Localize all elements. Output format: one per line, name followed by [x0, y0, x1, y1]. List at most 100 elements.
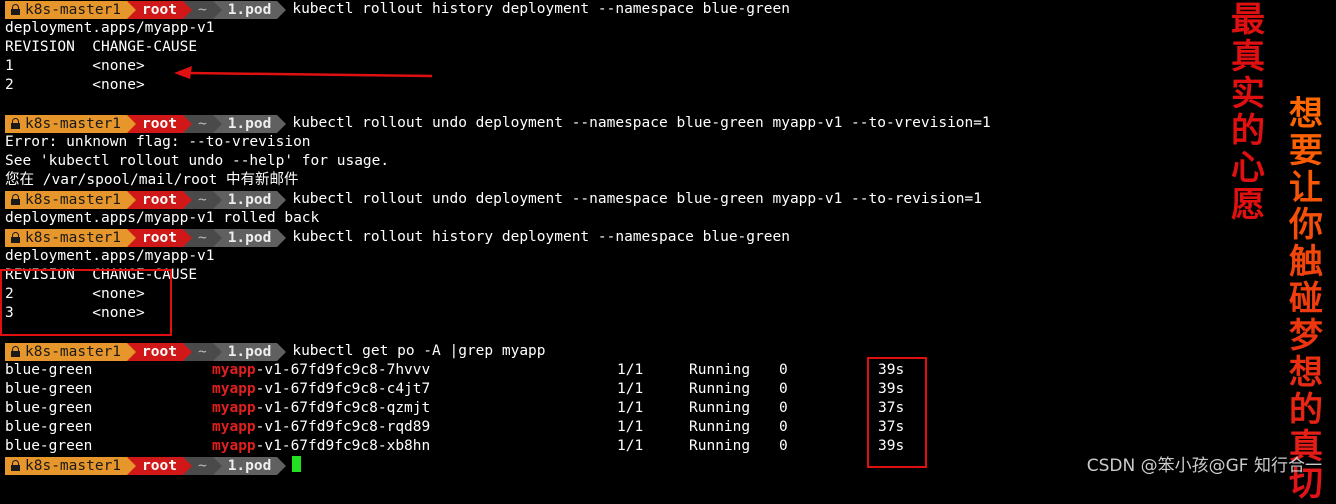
pod-restarts: 0 [779, 438, 788, 454]
prompt-dir: 1.pod [221, 342, 278, 361]
pod-row: blue-green myapp-v1-67fd9fc9c8-rqd89 1/1 Ru… [5, 418, 1225, 437]
pod-name: myapp-v1-67fd9fc9c8-7hvvv [212, 361, 430, 380]
prompt-host: k8s-master1 [5, 228, 128, 247]
prompt-separator-icon [182, 456, 192, 475]
pod-name: myapp-v1-67fd9fc9c8-c4jt7 [212, 380, 430, 399]
prompt-home-dir: ~ [191, 190, 213, 209]
annotation-text-orange: 想要让你触碰梦想的真切 [1286, 96, 1326, 503]
command-text: kubectl rollout undo deployment --namesp… [292, 115, 991, 131]
output-text: deployment.apps/myapp-v1 [5, 20, 215, 36]
pod-name-rest: -v1-67fd9fc9c8-7hvvv [255, 362, 431, 378]
prompt-separator-icon [127, 456, 137, 475]
prompt-host: k8s-master1 [5, 0, 128, 19]
lock-icon [11, 231, 20, 243]
prompt-host-label: k8s-master1 [25, 115, 122, 132]
lock-icon [11, 345, 20, 357]
pod-ready: 1/1 [617, 381, 644, 397]
prompt-line: k8s-master1 root ~1.pod kubectl get po -A |… [5, 342, 1225, 361]
output-line: REVISION CHANGE-CAUSE [5, 38, 1225, 57]
pod-restarts: 0 [779, 362, 788, 378]
prompt-separator-icon [277, 456, 287, 475]
prompt-separator-icon [127, 342, 137, 361]
prompt-dir: 1.pod [221, 114, 278, 133]
pod-status: Running [689, 419, 751, 435]
prompt-dir: 1.pod [221, 228, 278, 247]
pod-namespace: blue-green [5, 381, 93, 397]
lock-icon [11, 3, 20, 15]
prompt-separator-icon [182, 228, 192, 247]
prompt-separator-icon [182, 0, 192, 19]
output-text: deployment.apps/myapp-v1 rolled back [5, 210, 320, 226]
output-line: 2 <none> [5, 285, 1225, 304]
pod-status: Running [689, 400, 751, 416]
prompt-separator-icon [127, 114, 137, 133]
terminal-cursor[interactable] [292, 456, 302, 472]
pod-status: Running [689, 362, 751, 378]
prompt-user: root [136, 342, 183, 361]
shell-prompt: k8s-master1 root ~1.pod [5, 456, 287, 475]
annotation-text-red: 最真实的心愿 [1231, 0, 1265, 225]
pod-row: blue-green myapp-v1-67fd9fc9c8-7hvvv 1/1 Ru… [5, 361, 1225, 380]
pod-name-rest: -v1-67fd9fc9c8-qzmjt [255, 400, 431, 416]
pod-name-match: myapp [212, 438, 256, 454]
prompt-dir: 1.pod [221, 190, 278, 209]
shell-prompt: k8s-master1 root ~1.pod [5, 190, 287, 209]
pod-row: blue-green myapp-v1-67fd9fc9c8-qzmjt 1/1 Ru… [5, 399, 1225, 418]
prompt-separator-icon [182, 190, 192, 209]
prompt-user: root [136, 456, 183, 475]
output-text: 您在 /var/spool/mail/root 中有新邮件 [5, 172, 299, 188]
pod-name-rest: -v1-67fd9fc9c8-xb8hn [255, 438, 431, 454]
output-text: REVISION CHANGE-CAUSE [5, 39, 198, 55]
pod-restarts: 0 [779, 400, 788, 416]
prompt-host: k8s-master1 [5, 190, 128, 209]
shell-prompt: k8s-master1 root ~1.pod [5, 114, 287, 133]
prompt-separator-icon [127, 0, 137, 19]
prompt-separator-icon [277, 0, 287, 19]
prompt-separator-icon [212, 228, 222, 247]
prompt-home-dir: ~ [191, 114, 213, 133]
prompt-host: k8s-master1 [5, 456, 128, 475]
pod-name-rest: -v1-67fd9fc9c8-c4jt7 [255, 381, 431, 397]
prompt-separator-icon [212, 342, 222, 361]
prompt-line: k8s-master1 root ~1.pod [5, 456, 1225, 475]
prompt-separator-icon [182, 342, 192, 361]
prompt-user: root [136, 228, 183, 247]
prompt-host: k8s-master1 [5, 342, 128, 361]
prompt-separator-icon [212, 114, 222, 133]
shell-prompt: k8s-master1 root ~1.pod [5, 0, 287, 19]
output-text: 1 <none> [5, 58, 145, 74]
shell-prompt: k8s-master1 root ~1.pod [5, 342, 287, 361]
prompt-separator-icon [127, 228, 137, 247]
pod-row: blue-green myapp-v1-67fd9fc9c8-xb8hn 1/1 Ru… [5, 437, 1225, 456]
output-line: 3 <none> [5, 304, 1225, 323]
pod-name: myapp-v1-67fd9fc9c8-xb8hn [212, 437, 430, 456]
output-text: deployment.apps/myapp-v1 [5, 248, 215, 264]
pod-name-match: myapp [212, 381, 256, 397]
lock-icon [11, 459, 20, 471]
prompt-user: root [136, 0, 183, 19]
prompt-host-label: k8s-master1 [25, 229, 122, 246]
age-highlight-box [867, 357, 927, 468]
pointer-arrow-icon [174, 66, 433, 79]
prompt-user: root [136, 114, 183, 133]
prompt-separator-icon [212, 456, 222, 475]
prompt-line: k8s-master1 root ~1.pod kubectl rollout und… [5, 114, 1225, 133]
pod-name: myapp-v1-67fd9fc9c8-qzmjt [212, 399, 430, 418]
shell-prompt: k8s-master1 root ~1.pod [5, 228, 287, 247]
prompt-line: k8s-master1 root ~1.pod kubectl rollout his… [5, 0, 1225, 19]
lock-icon [11, 193, 20, 205]
prompt-dir: 1.pod [221, 0, 278, 19]
command-text: kubectl get po -A |grep myapp [292, 343, 546, 359]
prompt-host-label: k8s-master1 [25, 191, 122, 208]
output-text: 2 <none> [5, 77, 145, 93]
prompt-host-label: k8s-master1 [25, 343, 122, 360]
pod-namespace: blue-green [5, 419, 93, 435]
output-line: deployment.apps/myapp-v1 [5, 247, 1225, 266]
prompt-home-dir: ~ [191, 0, 213, 19]
pod-name-rest: -v1-67fd9fc9c8-rqd89 [255, 419, 431, 435]
pod-status: Running [689, 438, 751, 454]
output-line: See 'kubectl rollout undo --help' for us… [5, 152, 1225, 171]
pod-row: blue-green myapp-v1-67fd9fc9c8-c4jt7 1/1 Ru… [5, 380, 1225, 399]
